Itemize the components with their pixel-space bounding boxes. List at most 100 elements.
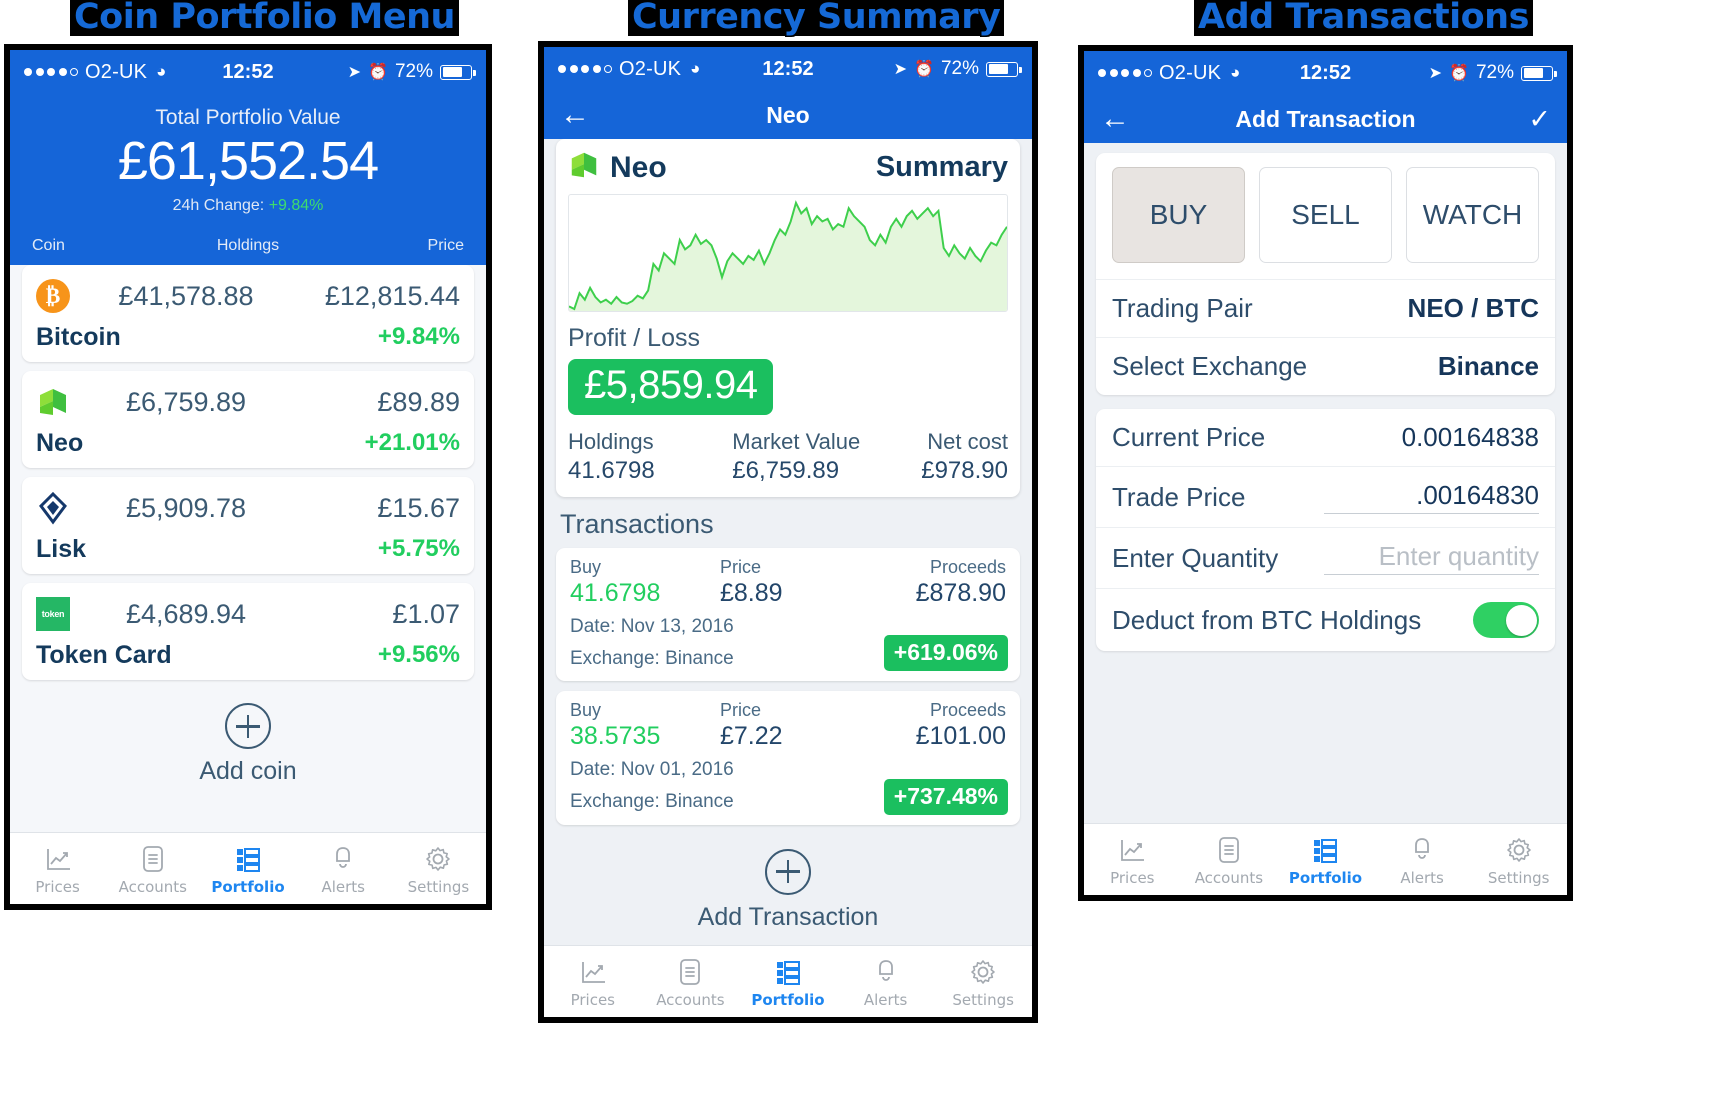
- price-history-chart: [568, 194, 1008, 312]
- coin-price-value: £89.89: [377, 386, 460, 417]
- trade-price-row[interactable]: Trade Price .00164830: [1096, 466, 1555, 527]
- status-bar-right: ➤ ⏰ 72%: [347, 61, 476, 83]
- coin-row-bitcoin[interactable]: ₿ £41,578.88 £12,815.44 Bitcoin +9.84%: [22, 265, 474, 363]
- add-transaction-label: Add Transaction: [697, 902, 879, 931]
- tx-price-value: £8.89: [720, 579, 783, 607]
- tab-label: Accounts: [1194, 868, 1264, 887]
- battery-icon: [1521, 65, 1557, 81]
- location-arrow-icon: ➤: [347, 64, 362, 81]
- tab-label: Prices: [35, 877, 80, 896]
- tab-settings[interactable]: Settings: [391, 842, 486, 896]
- tab-bar: Prices Accounts Portfolio Alerts Setting…: [10, 832, 486, 904]
- deduct-holdings-toggle[interactable]: [1473, 602, 1539, 638]
- tab-label: Alerts: [321, 877, 365, 896]
- alarm-clock-icon: ⏰: [1449, 65, 1469, 82]
- tab-accounts[interactable]: Accounts: [1181, 833, 1278, 887]
- tab-accounts[interactable]: Accounts: [105, 842, 200, 896]
- tab-accounts[interactable]: Accounts: [642, 955, 740, 1009]
- sell-button[interactable]: SELL: [1259, 167, 1392, 263]
- coin-price-value: £12,815.44: [324, 280, 460, 311]
- tx-proceeds-label: Proceeds: [929, 700, 1006, 721]
- signal-strength-icon: [24, 68, 78, 76]
- coin-table-header: Coin Holdings Price: [10, 219, 486, 266]
- deduct-holdings-row[interactable]: Deduct from BTC Holdings: [1096, 588, 1555, 651]
- stat-value: £978.90: [921, 457, 1008, 484]
- summary-body: Neo Summary Profit / Loss £5,859.94 Hold…: [544, 139, 1032, 945]
- tab-bar: Prices Accounts Portfolio Alerts Setting…: [544, 945, 1032, 1017]
- portfolio-header: Total Portfolio Value £61,552.54 24h Cha…: [10, 94, 486, 220]
- list-document-icon: [642, 955, 740, 989]
- coin-list: ₿ £41,578.88 £12,815.44 Bitcoin +9.84% £…: [10, 265, 486, 690]
- status-bar: O2-UK ◕ 12:52 ➤ ⏰ 72%: [10, 50, 486, 94]
- coin-row-lisk[interactable]: £5,909.78 £15.67 Lisk +5.75%: [22, 477, 474, 575]
- battery-percent-label: 72%: [1475, 62, 1514, 83]
- battery-percent-label: 72%: [940, 58, 979, 79]
- tab-settings[interactable]: Settings: [1470, 833, 1567, 887]
- coin-row-token-card[interactable]: token £4,689.94 £1.07 Token Card +9.56%: [22, 583, 474, 681]
- coin-row-neo[interactable]: £6,759.89 £89.89 Neo +21.01%: [22, 371, 474, 469]
- tx-type-label: Buy: [570, 700, 602, 721]
- buy-button[interactable]: BUY: [1112, 167, 1245, 263]
- tx-price-label: Price: [720, 557, 762, 577]
- plus-circle-icon: [225, 703, 271, 750]
- coin-change-percent: +9.84%: [377, 323, 460, 351]
- transaction-row[interactable]: Buy Price Proceeds 41.6798 £8.89 £878.90…: [556, 548, 1020, 682]
- tab-prices[interactable]: Prices: [10, 842, 105, 896]
- checkmark-icon[interactable]: ✓: [1528, 104, 1551, 135]
- back-arrow-icon[interactable]: ←: [1100, 104, 1130, 134]
- column-header-holdings: Holdings: [216, 237, 280, 255]
- select-exchange-row[interactable]: Select Exchange Binance: [1096, 337, 1555, 395]
- screen-currency-summary: O2-UK ◕ 12:52 ➤ ⏰ 72% ← Neo Neo Summary …: [544, 47, 1032, 1017]
- tab-label: Prices: [1110, 868, 1155, 887]
- tab-portfolio[interactable]: Portfolio: [1277, 833, 1374, 887]
- quantity-input[interactable]: Enter quantity: [1324, 541, 1539, 575]
- tab-alerts[interactable]: Alerts: [296, 842, 391, 896]
- total-portfolio-label: Total Portfolio Value: [155, 106, 341, 129]
- trading-pair-row[interactable]: Trading Pair NEO / BTC: [1096, 279, 1555, 337]
- tx-price-value: £7.22: [720, 722, 783, 751]
- phone-currency-summary: O2-UK ◕ 12:52 ➤ ⏰ 72% ← Neo Neo Summary …: [538, 41, 1038, 1023]
- stat-label: Market Value: [732, 429, 861, 454]
- tab-prices[interactable]: Prices: [544, 955, 642, 1009]
- status-bar-left: O2-UK ◕: [24, 61, 166, 84]
- tab-prices[interactable]: Prices: [1084, 833, 1181, 887]
- tab-portfolio[interactable]: Portfolio: [739, 955, 837, 1009]
- portfolio-grid-icon: [200, 842, 295, 876]
- tab-settings[interactable]: Settings: [934, 955, 1032, 1009]
- battery-icon: [986, 61, 1022, 77]
- tab-label: Alerts: [863, 990, 908, 1009]
- tab-label: Portfolio: [211, 877, 285, 896]
- nav-bar: ← Neo: [544, 91, 1032, 139]
- back-arrow-icon[interactable]: ←: [560, 100, 590, 130]
- enter-quantity-row[interactable]: Enter Quantity Enter quantity: [1096, 527, 1555, 588]
- transactions-title: Transactions: [560, 509, 714, 539]
- stat-value: £6,759.89: [732, 457, 840, 484]
- transaction-row[interactable]: Buy Price Proceeds 38.5735 £7.22 £101.00…: [556, 691, 1020, 825]
- add-coin-button[interactable]: Add coin: [10, 689, 486, 832]
- phone-portfolio: O2-UK ◕ 12:52 ➤ ⏰ 72% Total Portfolio Va…: [4, 44, 492, 910]
- current-price-value: 0.00164838: [1401, 422, 1539, 452]
- coin-holdings-value: £6,759.89: [125, 386, 247, 417]
- add-transaction-button[interactable]: Add Transaction: [544, 835, 1032, 945]
- select-exchange-label: Select Exchange: [1112, 351, 1308, 381]
- carrier-label: O2-UK: [1159, 61, 1222, 84]
- carrier-label: O2-UK: [619, 57, 682, 80]
- status-bar-left: O2-UK ◕: [558, 58, 700, 81]
- coin-holdings-value: £41,578.88: [118, 280, 254, 311]
- price-fields-group: Current Price 0.00164838 Trade Price .00…: [1096, 409, 1555, 651]
- tab-alerts[interactable]: Alerts: [1374, 833, 1471, 887]
- coin-price-value: £1.07: [392, 598, 460, 629]
- tab-portfolio[interactable]: Portfolio: [200, 842, 295, 896]
- tab-label: Settings: [1487, 868, 1550, 887]
- trade-price-input[interactable]: .00164830: [1324, 480, 1539, 514]
- tab-label: Alerts: [1400, 868, 1444, 887]
- tab-alerts[interactable]: Alerts: [837, 955, 935, 1009]
- tab-label: Settings: [952, 990, 1014, 1009]
- tab-label: Portfolio: [751, 990, 825, 1009]
- trading-pair-value: NEO / BTC: [1407, 293, 1539, 323]
- transaction-type-segments: BUY SELL WATCH: [1096, 153, 1555, 279]
- watch-button[interactable]: WATCH: [1406, 167, 1539, 263]
- tx-proceeds-label: Proceeds: [929, 557, 1006, 577]
- trade-price-label: Trade Price: [1112, 481, 1246, 512]
- coin-holdings-value: £4,689.94: [125, 598, 247, 629]
